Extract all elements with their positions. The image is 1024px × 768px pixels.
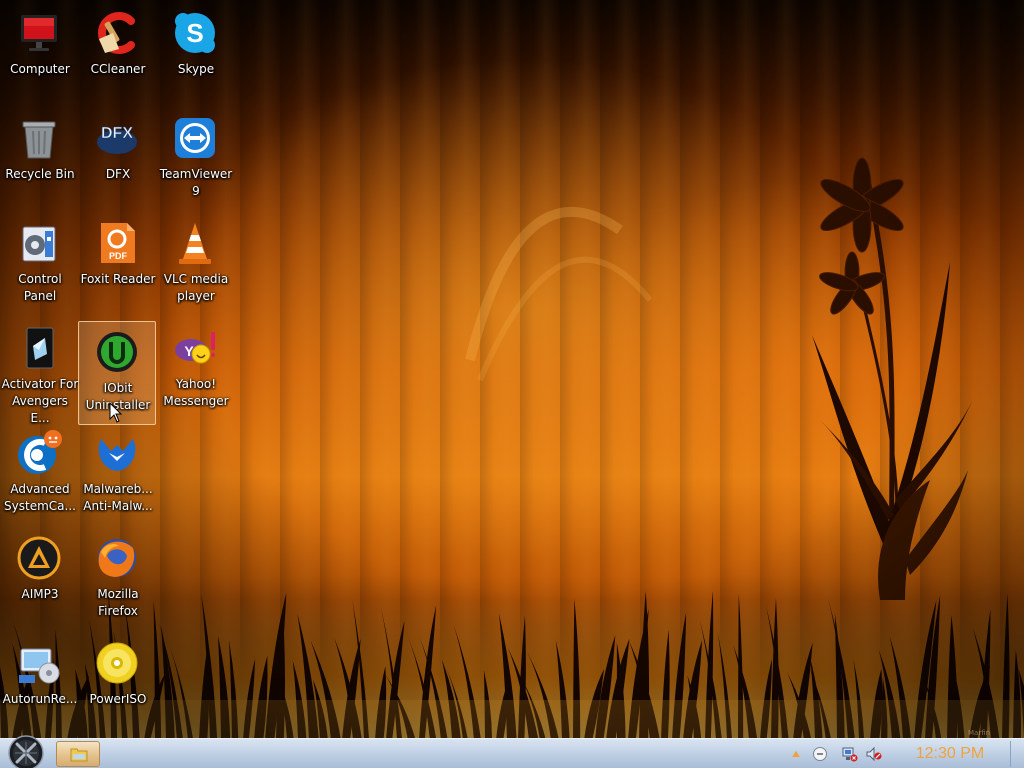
desktop-icon-dfx[interactable]: DFX DFX	[78, 107, 156, 211]
chat-icon[interactable]	[812, 746, 828, 762]
desktop-icon-recycle-bin[interactable]: Recycle Bin	[0, 107, 78, 211]
icon-label: Control Panel	[18, 272, 62, 303]
taskbar-file-explorer-button[interactable]	[56, 741, 100, 767]
desktop-icon-vlc[interactable]: VLC media player	[156, 212, 234, 316]
desktop-icon-yahoo-messenger[interactable]: Y Yahoo! Messenger	[156, 317, 234, 421]
icon-label: PowerISO	[89, 692, 147, 706]
poweriso-icon	[96, 642, 138, 684]
desktop-icon-control-panel[interactable]: Control Panel	[0, 212, 78, 316]
desktop-icon-skype[interactable]: S Skype	[156, 2, 234, 106]
foxit-reader-icon: PDF	[101, 223, 135, 263]
desktop-icon-computer[interactable]: Computer	[0, 2, 78, 106]
taskbar-clock[interactable]: 12:30 PM	[902, 745, 998, 763]
taskbar: 12:30 PM	[0, 735, 1024, 768]
svg-text:S: S	[186, 18, 203, 48]
icon-label: TeamViewer 9	[159, 167, 233, 198]
vlc-icon	[179, 223, 211, 264]
start-button[interactable]	[8, 735, 44, 768]
dfx-icon: DFX	[97, 125, 137, 154]
desktop-icon-advanced-systemcare[interactable]: Advanced SystemCa...	[0, 422, 78, 526]
iobit-uninstaller-icon	[97, 332, 137, 372]
desktop-icon-activator[interactable]: Activator For Avengers E...	[0, 317, 78, 425]
desktop-icon-autorun[interactable]: AutorunRe...	[0, 632, 78, 736]
ccleaner-icon	[97, 12, 135, 54]
desktop[interactable]: Marfin Firoh.com Computer CCleaner S Sky…	[0, 0, 1024, 768]
icon-label: VLC media player	[163, 272, 229, 303]
aimp3-icon	[17, 536, 61, 580]
show-desktop-button[interactable]	[1010, 741, 1022, 767]
teamviewer-icon	[175, 118, 215, 158]
autorun-icon	[19, 648, 60, 684]
svg-text:DFX: DFX	[101, 125, 133, 142]
desktop-icon-firefox[interactable]: Mozilla Firefox	[78, 527, 156, 631]
desktop-icon-ccleaner[interactable]: CCleaner	[78, 2, 156, 106]
network-icon[interactable]	[842, 746, 858, 762]
volume-muted-icon[interactable]	[866, 746, 882, 762]
icon-label: AIMP3	[21, 587, 59, 601]
malwarebytes-icon	[98, 439, 136, 471]
firefox-icon	[98, 539, 136, 577]
advanced-systemcare-icon	[18, 430, 62, 474]
desktop-icon-foxit-reader[interactable]: PDF Foxit Reader	[78, 212, 156, 316]
mouse-cursor-icon	[109, 402, 123, 423]
desktop-icon-teamviewer[interactable]: TeamViewer 9	[156, 107, 234, 211]
desktop-icon-poweriso[interactable]: PowerISO	[78, 632, 156, 736]
desktop-icon-malwarebytes[interactable]: Malwareb... Anti-Malw...	[78, 422, 156, 526]
yahoo-messenger-icon: Y	[175, 332, 215, 364]
icon-label: Yahoo! Messenger	[163, 377, 229, 408]
recycle-bin-icon	[22, 121, 56, 159]
icon-label: Malwareb... Anti-Malw...	[83, 482, 153, 513]
icon-label: DFX	[105, 167, 131, 181]
icon-label: Recycle Bin	[5, 167, 75, 181]
icon-label: AutorunRe...	[2, 692, 78, 706]
show-hidden-icons-arrow-icon[interactable]	[788, 746, 804, 762]
control-panel-icon	[22, 226, 56, 262]
file-explorer-icon	[70, 748, 88, 762]
icon-label: CCleaner	[90, 62, 146, 76]
activator-icon	[26, 327, 54, 369]
svg-text:PDF: PDF	[109, 251, 128, 261]
icon-label: Activator For Avengers E...	[1, 377, 79, 425]
icon-label: Computer	[10, 62, 70, 76]
computer-icon	[21, 15, 57, 51]
icon-label: Skype	[177, 62, 215, 76]
icon-label: Foxit Reader	[80, 272, 156, 286]
icon-label: Advanced SystemCa...	[4, 482, 76, 513]
icon-label: Mozilla Firefox	[97, 587, 139, 618]
desktop-icon-aimp3[interactable]: AIMP3	[0, 527, 78, 631]
skype-icon: S	[175, 13, 215, 53]
